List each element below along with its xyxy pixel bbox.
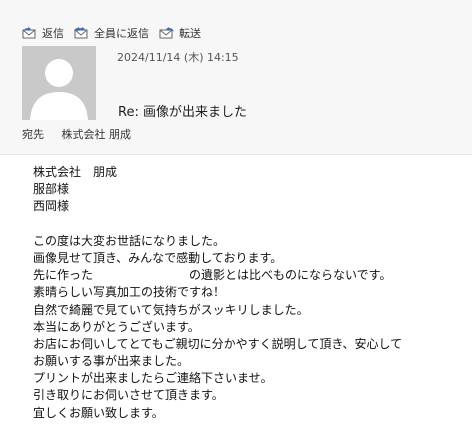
body-line: プリントが出来ましたらご連絡下さいませ。: [33, 371, 273, 386]
body-line: 素晴らしい写真加工の技術ですね！: [33, 285, 226, 300]
body-blank-line: [33, 216, 467, 233]
body-line: 自然で綺麗で見ていて気持ちがスッキリしました。: [33, 302, 309, 317]
body-line: 株式会社 朋成: [33, 165, 118, 179]
body-line: 西岡様: [33, 199, 70, 214]
body-line-with-redaction: 先に作った の遺影とは比べものにならないです。: [33, 267, 467, 284]
reply-label: 返信: [42, 27, 64, 40]
body-line-prefix: 先に作った: [33, 268, 94, 283]
recipient-row: 宛先 株式会社 朋成: [22, 126, 131, 142]
body-line-suffix: の遺影とは比べものにならないです。: [189, 268, 392, 283]
sender-avatar: [22, 46, 96, 120]
reply-button[interactable]: 返信: [22, 25, 64, 41]
body-line: 引き取りにお伺いさせて頂きます。: [33, 388, 224, 403]
message-subject: Re: 画像が出来ました: [118, 105, 247, 120]
body-line: 服部様: [33, 182, 70, 197]
to-recipient[interactable]: 株式会社 朋成: [62, 128, 132, 141]
body-line: お店にお伺いしてとてもご親切に分かやすく説明して頂き、安心して: [33, 336, 403, 351]
message-toolbar: 返信 全員に返信 転送: [22, 24, 201, 42]
forward-label: 転送: [179, 27, 201, 40]
body-line: お願いする事が出来ました。: [33, 354, 190, 369]
body-line: この度は大変お世話になりました。: [33, 233, 226, 248]
message-header: 返信 全員に返信 転送 2024/11/14 (木) 14:15 Re: 画像が…: [0, 0, 472, 155]
forward-icon: [159, 26, 175, 40]
message-body: 株式会社 朋成 服部様 西岡様 この度は大変お世話になりました。 画像見せて頂き…: [33, 164, 467, 422]
reply-all-icon: [74, 26, 90, 40]
body-line: 画像見せて頂き、みんなで感動しております。: [33, 250, 283, 265]
body-line: 宜しくお願い致します。: [33, 405, 164, 420]
person-placeholder-icon: [22, 46, 96, 120]
reply-icon: [22, 26, 38, 40]
email-reading-pane: 返信 全員に返信 転送 2024/11/14 (木) 14:15 Re: 画像が…: [0, 0, 472, 424]
body-line: 本当にありがとうございます。: [33, 319, 200, 334]
to-label: 宛先: [22, 128, 44, 141]
message-datetime: 2024/11/14 (木) 14:15: [117, 51, 239, 64]
forward-button[interactable]: 転送: [159, 25, 201, 41]
reply-all-label: 全員に返信: [94, 27, 149, 40]
reply-all-button[interactable]: 全員に返信: [74, 25, 149, 41]
